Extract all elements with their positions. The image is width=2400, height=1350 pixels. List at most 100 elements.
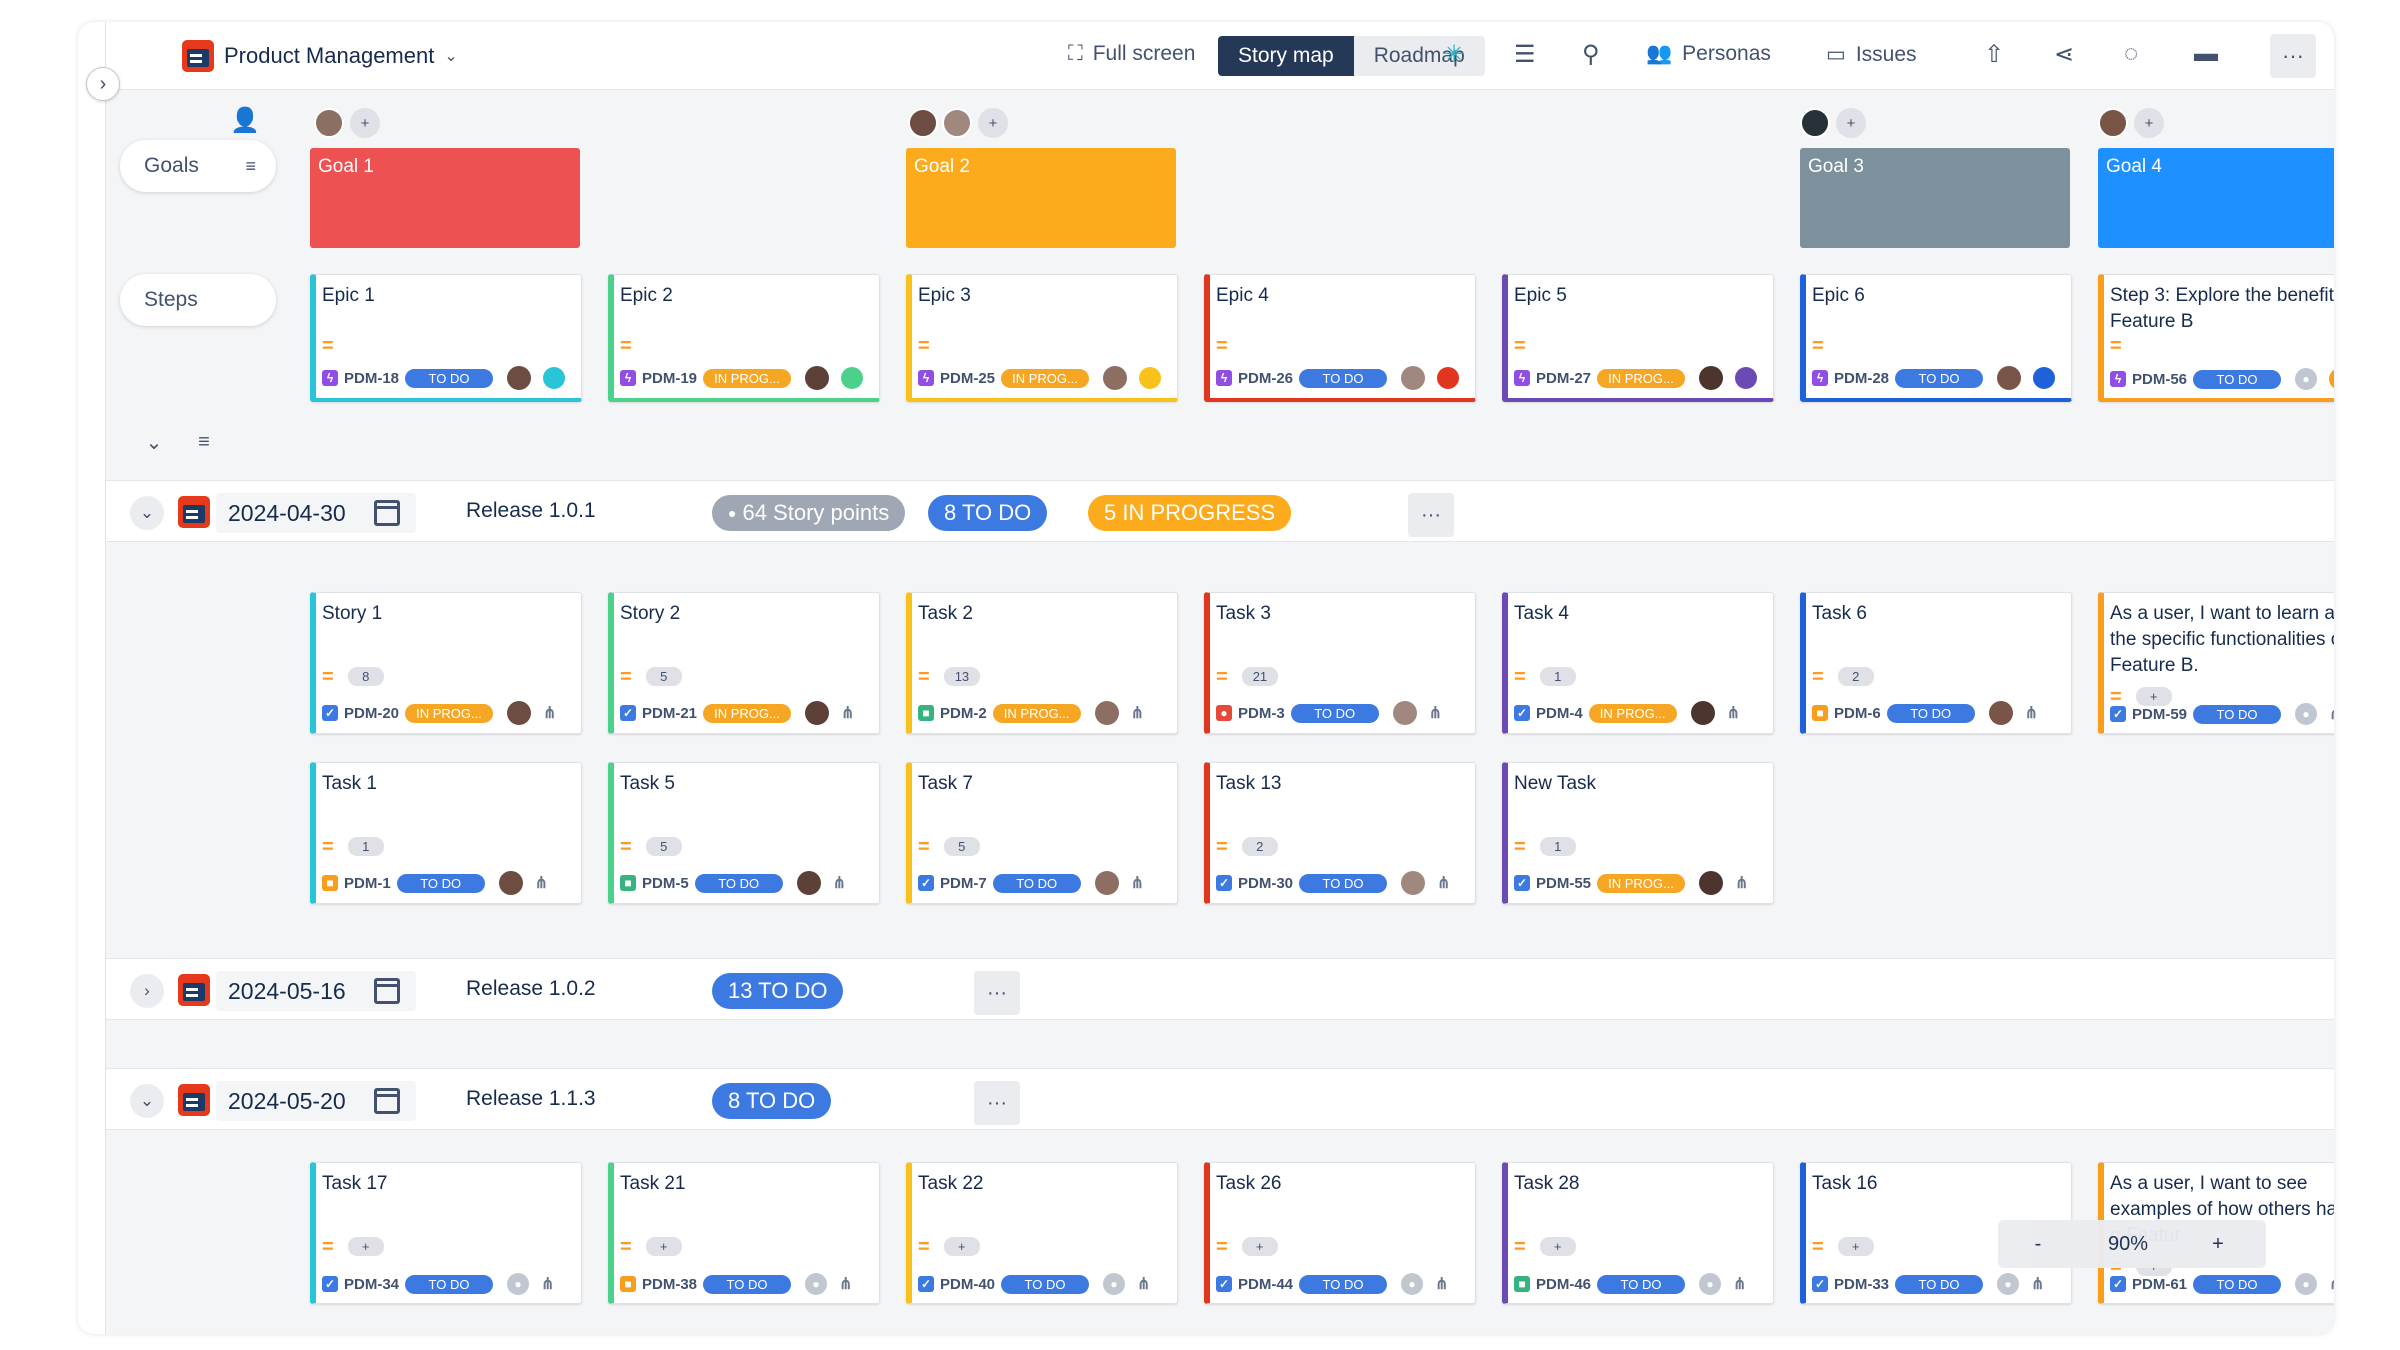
release-more-button[interactable]: ··· xyxy=(1408,493,1454,537)
issue-key[interactable]: PDM-33 xyxy=(1834,1276,1889,1293)
share-icon[interactable]: ⋖ xyxy=(2054,40,2074,69)
story-card[interactable]: Task 21 = + ■ PDM-38 TO DO ● ⋔ xyxy=(608,1162,880,1304)
story-points[interactable]: + xyxy=(645,1237,682,1256)
goal-card[interactable]: Goal 1 xyxy=(310,148,580,248)
unassigned-avatar-icon[interactable]: ● xyxy=(507,1273,530,1295)
goal-card[interactable]: Goal 4 xyxy=(2098,148,2334,248)
hierarchy-icon[interactable]: ⋔ xyxy=(841,703,854,723)
status-badge[interactable]: TO DO xyxy=(405,1274,494,1294)
collapse-all-button[interactable]: ⌄ xyxy=(132,422,176,462)
story-card[interactable]: Task 1 = 1 ■ PDM-1 TO DO ⋔ xyxy=(310,762,582,904)
rows-icon[interactable]: ☰ xyxy=(1514,40,1536,69)
issue-key[interactable]: PDM-2 xyxy=(940,705,987,722)
add-user-icon[interactable]: + xyxy=(2134,108,2164,138)
issue-key[interactable]: PDM-59 xyxy=(2132,706,2187,723)
issue-key[interactable]: PDM-19 xyxy=(642,370,697,387)
issue-key[interactable]: PDM-27 xyxy=(1536,370,1591,387)
story-card[interactable]: Task 5 = 5 ■ PDM-5 TO DO ⋔ xyxy=(608,762,880,904)
hierarchy-icon[interactable]: ⋔ xyxy=(1733,1274,1746,1294)
status-badge[interactable]: TO DO xyxy=(1895,368,1984,388)
story-points[interactable]: + xyxy=(1539,1237,1576,1256)
status-badge[interactable]: TO DO xyxy=(1597,1274,1686,1294)
sparkle-icon[interactable]: ✳ xyxy=(1444,40,1464,69)
story-points[interactable]: + xyxy=(1241,1237,1278,1256)
story-points[interactable]: 5 xyxy=(943,837,980,856)
story-points[interactable]: 13 xyxy=(943,667,981,686)
unassigned-avatar-icon[interactable]: ● xyxy=(1401,1273,1424,1295)
story-points[interactable]: 21 xyxy=(1241,667,1279,686)
release-more-button[interactable]: ··· xyxy=(974,1081,1020,1125)
status-badge[interactable]: TO DO xyxy=(1001,1274,1090,1294)
issue-key[interactable]: PDM-21 xyxy=(642,705,697,722)
story-card[interactable]: Task 17 = + ✓ PDM-34 TO DO ● ⋔ xyxy=(310,1162,582,1304)
issue-key[interactable]: PDM-46 xyxy=(1536,1276,1591,1293)
issue-key[interactable]: PDM-3 xyxy=(1238,705,1285,722)
status-badge[interactable]: TO DO xyxy=(2193,1274,2282,1294)
add-user-icon[interactable]: + xyxy=(350,108,380,138)
issue-key[interactable]: PDM-56 xyxy=(2132,371,2187,388)
status-badge[interactable]: TO DO xyxy=(1299,873,1388,893)
steps-row-label[interactable]: Steps xyxy=(120,274,276,326)
avatar[interactable] xyxy=(942,108,972,138)
story-map-tab[interactable]: Story map xyxy=(1218,36,1354,76)
status-badge[interactable]: TO DO xyxy=(1290,703,1379,723)
story-points[interactable]: + xyxy=(943,1237,980,1256)
status-badge[interactable]: IN PROG... xyxy=(1001,368,1090,388)
goal-card[interactable]: Goal 2 xyxy=(906,148,1176,248)
unassigned-avatar-icon[interactable]: ● xyxy=(2295,368,2318,390)
assignee-avatar[interactable] xyxy=(1699,871,1724,895)
issue-key[interactable]: PDM-61 xyxy=(2132,1276,2187,1293)
hierarchy-icon[interactable]: ⋔ xyxy=(833,873,846,893)
goals-row-label[interactable]: Goals ≡ xyxy=(120,140,276,192)
hierarchy-icon[interactable]: ⋔ xyxy=(2031,1274,2044,1294)
story-points[interactable]: 8 xyxy=(347,667,384,686)
hierarchy-icon[interactable]: ⋔ xyxy=(2025,703,2038,723)
project-selector[interactable]: Product Management ⌄ xyxy=(182,40,458,72)
assignee-avatar[interactable] xyxy=(1690,701,1715,725)
issue-key[interactable]: PDM-20 xyxy=(344,705,399,722)
assignee-avatar[interactable] xyxy=(1988,701,2013,725)
issue-key[interactable]: PDM-40 xyxy=(940,1276,995,1293)
assignee-avatar[interactable] xyxy=(1401,366,1426,390)
story-card[interactable]: Task 26 = + ✓ PDM-44 TO DO ● ⋔ xyxy=(1204,1162,1476,1304)
unassigned-avatar-icon[interactable]: ● xyxy=(2295,703,2318,725)
assignee-avatar[interactable] xyxy=(498,871,523,895)
assignee-avatar[interactable] xyxy=(1392,701,1417,725)
status-badge[interactable]: TO DO xyxy=(1299,1274,1388,1294)
assignee-avatar[interactable] xyxy=(796,871,821,895)
story-card[interactable]: Epic 1 = ϟ PDM-18 TO DO xyxy=(310,274,582,402)
assignee-avatar[interactable] xyxy=(507,701,532,725)
issue-key[interactable]: PDM-30 xyxy=(1238,875,1293,892)
hierarchy-icon[interactable]: ⋔ xyxy=(1131,703,1144,723)
story-points[interactable]: 1 xyxy=(1539,667,1576,686)
hierarchy-icon[interactable]: ⋔ xyxy=(1131,873,1144,893)
story-card[interactable]: Task 13 = 2 ✓ PDM-30 TO DO ⋔ xyxy=(1204,762,1476,904)
unassigned-avatar-icon[interactable]: ● xyxy=(1103,1273,1126,1295)
story-points[interactable]: + xyxy=(347,1237,384,1256)
collapse-release-button[interactable]: ⌄ xyxy=(130,496,164,530)
story-card[interactable]: Story 1 = 8 ✓ PDM-20 IN PROG... ⋔ xyxy=(310,592,582,734)
status-badge[interactable]: TO DO xyxy=(703,1274,792,1294)
release-more-button[interactable]: ··· xyxy=(974,971,1020,1015)
goal-card[interactable]: Goal 3 xyxy=(1800,148,2070,248)
story-points[interactable]: 5 xyxy=(645,837,682,856)
assignee-avatar[interactable] xyxy=(1997,366,2022,390)
issue-key[interactable]: PDM-44 xyxy=(1238,1276,1293,1293)
status-badge[interactable]: TO DO xyxy=(405,368,494,388)
assignee-avatar[interactable] xyxy=(1094,701,1119,725)
status-badge[interactable]: IN PROG... xyxy=(1597,873,1686,893)
story-card[interactable]: As a user, I want to learn ab the specifi… xyxy=(2098,592,2334,734)
comment-icon[interactable]: ◌ xyxy=(2124,40,2138,68)
story-points[interactable]: 2 xyxy=(1837,667,1874,686)
story-card[interactable]: Task 7 = 5 ✓ PDM-7 TO DO ⋔ xyxy=(906,762,1178,904)
hierarchy-icon[interactable]: ⋔ xyxy=(1727,703,1740,723)
issue-key[interactable]: PDM-7 xyxy=(940,875,987,892)
assignee-avatar[interactable] xyxy=(507,366,532,390)
status-badge[interactable]: IN PROG... xyxy=(703,368,792,388)
status-badge[interactable]: IN PROG... xyxy=(1597,368,1686,388)
roadmap-tab[interactable]: Roadmap xyxy=(1353,36,1485,76)
issue-key[interactable]: PDM-55 xyxy=(1536,875,1591,892)
status-badge[interactable]: TO DO xyxy=(2193,704,2282,724)
unassigned-avatar-icon[interactable]: ● xyxy=(2295,1273,2318,1295)
status-badge[interactable]: TO DO xyxy=(1886,703,1975,723)
